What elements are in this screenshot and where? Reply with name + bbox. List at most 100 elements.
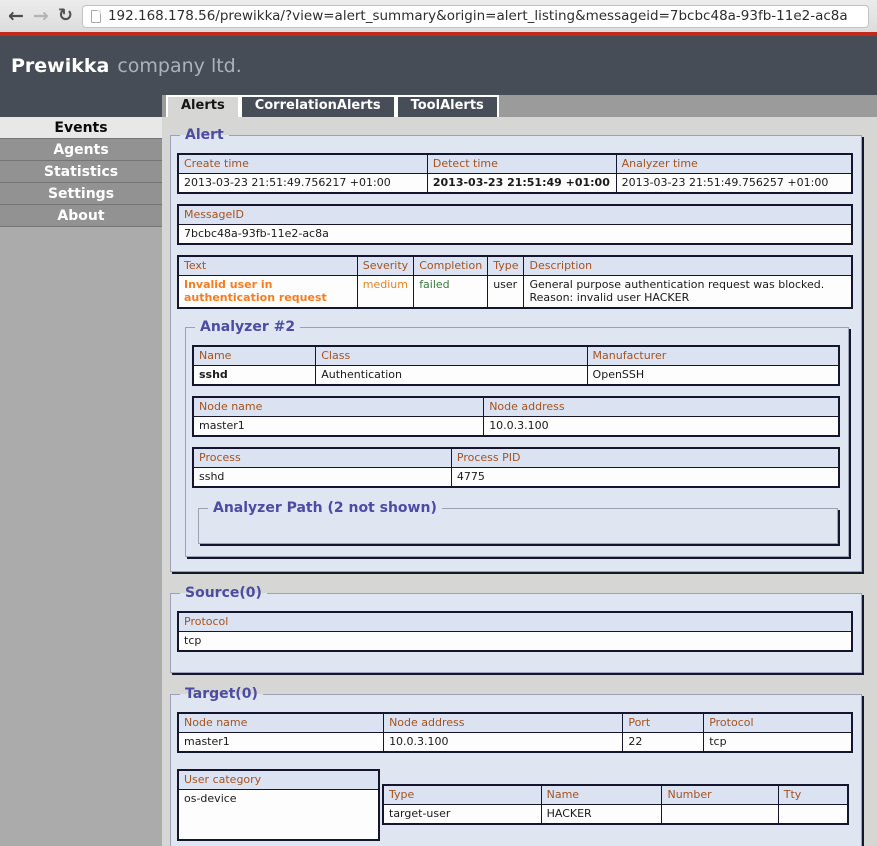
- source-section: Source(0) Protocol tcp: [170, 585, 862, 673]
- tab-alerts[interactable]: Alerts: [166, 95, 240, 117]
- col-header-type: Type: [488, 256, 524, 276]
- table-header-row: Node name Node address: [193, 397, 839, 417]
- cell-protocol: tcp: [704, 733, 852, 753]
- cell-protocol: tcp: [178, 632, 852, 652]
- source-section-legend: Source(0): [180, 585, 267, 601]
- tab-strip: Alerts CorrelationAlerts ToolAlerts: [162, 95, 877, 117]
- col-header-process-pid: Process PID: [451, 448, 839, 468]
- col-header-node-address: Node address: [484, 397, 839, 417]
- cell-description: General purpose authentication request w…: [524, 276, 852, 309]
- col-header-description: Description: [524, 256, 852, 276]
- col-header-node-name: Node name: [178, 713, 384, 733]
- col-header-protocol: Protocol: [178, 612, 852, 632]
- cell-process: sshd: [193, 468, 451, 488]
- cell-create-time: 2013-03-23 21:51:49.756217 +01:00: [178, 174, 427, 194]
- cell-type: user: [488, 276, 524, 309]
- source-protocol-table: Protocol tcp: [177, 611, 853, 652]
- cell-analyzer-class: Authentication: [316, 366, 587, 386]
- cell-user-type: target-user: [383, 805, 541, 825]
- analyzer-node-table: Node name Node address master1 10.0.3.10…: [192, 396, 840, 437]
- cell-port: 22: [623, 733, 704, 753]
- cell-process-pid: 4775: [451, 468, 839, 488]
- col-header-protocol: Protocol: [704, 713, 852, 733]
- target-node-table: Node name Node address Port Protocol mas…: [177, 712, 853, 753]
- col-header-name: Name: [193, 346, 316, 366]
- forward-icon[interactable]: →: [33, 7, 49, 26]
- col-header-process: Process: [193, 448, 451, 468]
- table-row: master1 10.0.3.100: [193, 417, 839, 437]
- col-header-class: Class: [316, 346, 587, 366]
- col-header-number: Number: [662, 785, 778, 805]
- target-section-legend: Target(0): [180, 686, 263, 702]
- table-row: Invalid user in authentication request m…: [178, 276, 852, 309]
- browser-toolbar: ← → ↻ 192.168.178.56/prewikka/?view=aler…: [0, 0, 877, 32]
- table-header-row: MessageID: [178, 205, 852, 225]
- analyzer-path-section: Analyzer Path (2 not shown): [198, 500, 838, 544]
- analyzer-process-table: Process Process PID sshd 4775: [192, 447, 840, 488]
- user-category-table: User category os-device: [177, 769, 380, 841]
- cell-alert-text: Invalid user in authentication request: [178, 276, 357, 309]
- target-user-block: User category os-device Type: [177, 763, 853, 846]
- table-row: sshd 4775: [193, 468, 839, 488]
- col-header-text: Text: [178, 256, 357, 276]
- col-header-messageid: MessageID: [178, 205, 852, 225]
- page: ← → ↻ 192.168.178.56/prewikka/?view=aler…: [0, 0, 877, 846]
- col-header-node-name: Node name: [193, 397, 484, 417]
- sidebar-item-events[interactable]: Events: [0, 117, 162, 139]
- col-header-tty: Tty: [778, 785, 848, 805]
- col-header-port: Port: [623, 713, 704, 733]
- cell-node-address: 10.0.3.100: [484, 417, 839, 437]
- tab-correlationalerts[interactable]: CorrelationAlerts: [240, 95, 396, 117]
- alert-section: Alert Create time Detect time Analyzer t…: [170, 127, 862, 572]
- sidebar-item-about[interactable]: About: [0, 205, 162, 227]
- tab-toolalerts[interactable]: ToolAlerts: [396, 95, 499, 117]
- cell-severity: medium: [357, 276, 413, 309]
- sidebar-item-settings[interactable]: Settings: [0, 183, 162, 205]
- table-row: master1 10.0.3.100 22 tcp: [178, 733, 852, 753]
- analyzer-path-legend: Analyzer Path (2 not shown): [208, 500, 442, 516]
- app-header: Prewikka company ltd.: [0, 36, 877, 95]
- address-bar[interactable]: 192.168.178.56/prewikka/?view=alert_summ…: [82, 5, 869, 28]
- table-header-row: Create time Detect time Analyzer time: [178, 154, 852, 174]
- table-header-row: Protocol: [178, 612, 852, 632]
- cell-completion: failed: [414, 276, 488, 309]
- userid-wrap: Type Name Number Tty target-user HACKER: [382, 784, 853, 825]
- col-header-severity: Severity: [357, 256, 413, 276]
- cell-detect-time: 2013-03-23 21:51:49 +01:00: [427, 174, 616, 194]
- col-header-create-time: Create time: [178, 154, 427, 174]
- messageid-table: MessageID 7bcbc48a-93fb-11e2-ac8a: [177, 204, 853, 245]
- table-header-row: Process Process PID: [193, 448, 839, 468]
- col-header-user-category: User category: [178, 770, 379, 790]
- table-header-row: Type Name Number Tty: [383, 785, 848, 805]
- table-header-row: User category: [178, 770, 379, 790]
- brand-name: Prewikka: [11, 55, 109, 77]
- table-row: 7bcbc48a-93fb-11e2-ac8a: [178, 225, 852, 245]
- url-text[interactable]: 192.168.178.56/prewikka/?view=alert_summ…: [108, 8, 848, 24]
- table-row: tcp: [178, 632, 852, 652]
- table-row: target-user HACKER: [383, 805, 848, 825]
- cell-node-name: master1: [178, 733, 384, 753]
- alert-section-legend: Alert: [180, 127, 229, 143]
- cell-messageid: 7bcbc48a-93fb-11e2-ac8a: [178, 225, 852, 245]
- alert-summary-view: Alert Create time Detect time Analyzer t…: [162, 117, 877, 846]
- classification-table: Text Severity Completion Type Descriptio…: [177, 255, 853, 309]
- table-header-row: Node name Node address Port Protocol: [178, 713, 852, 733]
- times-table: Create time Detect time Analyzer time 20…: [177, 153, 853, 194]
- col-header-completion: Completion: [414, 256, 488, 276]
- back-icon[interactable]: ←: [8, 7, 24, 26]
- table-row: 2013-03-23 21:51:49.756217 +01:00 2013-0…: [178, 174, 852, 194]
- cell-analyzer-time: 2013-03-23 21:51:49.756257 +01:00: [616, 174, 852, 194]
- sidebar-item-agents[interactable]: Agents: [0, 139, 162, 161]
- cell-node-address: 10.0.3.100: [384, 733, 623, 753]
- brand-suffix: company ltd.: [117, 55, 241, 77]
- table-row: sshd Authentication OpenSSH: [193, 366, 839, 386]
- sidebar-filler: [0, 227, 162, 846]
- cell-user-tty: [778, 805, 848, 825]
- reload-icon[interactable]: ↻: [58, 7, 73, 25]
- table-row: os-device: [178, 790, 379, 840]
- col-header-detect-time: Detect time: [427, 154, 616, 174]
- cell-analyzer-name: sshd: [193, 366, 316, 386]
- main-content: Alerts CorrelationAlerts ToolAlerts Aler…: [162, 95, 877, 846]
- sidebar-item-statistics[interactable]: Statistics: [0, 161, 162, 183]
- analyzer-info-table: Name Class Manufacturer sshd Authenticat…: [192, 345, 840, 386]
